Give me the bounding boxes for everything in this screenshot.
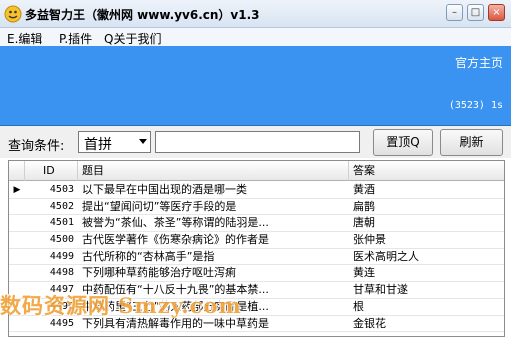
row-indicator: [9, 249, 25, 265]
cell-question: 提出“望闻问切”等医疗手段的是: [82, 199, 237, 213]
table-row[interactable]: 4502 提出“望闻问切”等医疗手段的是 扁鹊: [9, 199, 504, 216]
column-header-id[interactable]: ID: [25, 161, 78, 181]
chevron-down-icon: [139, 139, 147, 144]
menu-about[interactable]: Q关于我们: [104, 30, 161, 47]
cell-id: 4500: [49, 234, 74, 246]
menu-edit[interactable]: E.编辑: [7, 30, 42, 47]
menu-plugins[interactable]: P.插件: [59, 30, 92, 47]
maximize-button[interactable]: □: [467, 4, 484, 21]
pin-top-button[interactable]: 置顶Q: [373, 129, 433, 156]
search-input[interactable]: [155, 131, 360, 153]
table-row[interactable]: 4498 下列哪种草药能够治疗呕吐泻痢 黄连: [9, 265, 504, 283]
row-indicator: [9, 265, 25, 281]
cell-answer: 医术高明之人: [353, 249, 419, 263]
window-controls: – □ ×: [446, 4, 505, 21]
cell-id: 4502: [49, 200, 74, 212]
cell-question: 被誉为“茶仙、茶圣”等称谓的陆羽是...: [82, 216, 269, 230]
cell-id: 4501: [49, 217, 74, 229]
cell-question: 古代医学著作《伤寒杂病论》的作者是: [82, 233, 269, 247]
row-indicator: [9, 232, 25, 248]
official-homepage-link[interactable]: 官方主页: [455, 54, 503, 71]
minimize-button[interactable]: –: [446, 4, 463, 21]
app-icon: [4, 5, 22, 23]
title-bar: 多益智力王（徽州网 www.yv6.cn）v1.3 – □ ×: [0, 0, 511, 28]
cell-answer: 张仲景: [353, 233, 386, 247]
cell-question: 古代所称的“杏林高手”是指: [82, 249, 215, 263]
cell-id: 4503: [49, 184, 74, 195]
row-indicator: ▶: [13, 185, 21, 195]
window-title: 多益智力王（徽州网 www.yv6.cn）v1.3: [25, 8, 260, 22]
cell-id: 4498: [49, 267, 74, 279]
menu-bar: E.编辑 P.插件 Q关于我们: [0, 28, 511, 46]
cell-answer: 甘草和甘遂: [353, 283, 408, 297]
banner: 官方主页 (3523) 1s: [0, 46, 511, 126]
row-indicator: [9, 199, 25, 215]
cell-answer: 扁鹊: [353, 199, 375, 213]
table-row[interactable]: ▶ 4503 以下最早在中国出现的酒是哪一类 黄酒: [9, 182, 504, 199]
cell-answer: 唐朝: [353, 216, 375, 230]
cell-answer: 金银花: [353, 316, 386, 330]
row-indicator-header: [9, 161, 25, 181]
close-button[interactable]: ×: [488, 4, 505, 21]
cell-question: 以下最早在中国出现的酒是哪一类: [82, 183, 247, 196]
search-mode-value: 首拼: [84, 137, 112, 153]
search-mode-select[interactable]: 首拼: [78, 131, 151, 153]
search-toolbar: 查询条件: 首拼 置顶Q 刷新: [0, 126, 511, 158]
watermark: 数码资源网 Smzy.com: [0, 293, 242, 318]
cell-answer: 黄酒: [353, 183, 375, 196]
cell-answer: 黄连: [353, 266, 375, 280]
timer-readout: (3523) 1s: [448, 100, 503, 111]
table-row[interactable]: 4500 古代医学著作《伤寒杂病论》的作者是 张仲景: [9, 232, 504, 249]
table-row[interactable]: 4499 古代所称的“杏林高手”是指 医术高明之人: [9, 249, 504, 266]
column-header-answer[interactable]: 答案: [349, 161, 504, 181]
cell-answer: 根: [353, 299, 364, 313]
query-label: 查询条件:: [8, 139, 65, 154]
column-header-question[interactable]: 题目: [78, 161, 349, 181]
table-row[interactable]: 4501 被誉为“茶仙、茶圣”等称谓的陆羽是... 唐朝: [9, 215, 504, 233]
cell-question: 下列哪种草药能够治疗呕吐泻痢: [82, 266, 236, 280]
refresh-button[interactable]: 刷新: [440, 129, 503, 156]
grid-header: ID 题目 答案: [9, 161, 504, 181]
cell-id: 4499: [49, 250, 74, 262]
row-indicator: [9, 215, 25, 231]
